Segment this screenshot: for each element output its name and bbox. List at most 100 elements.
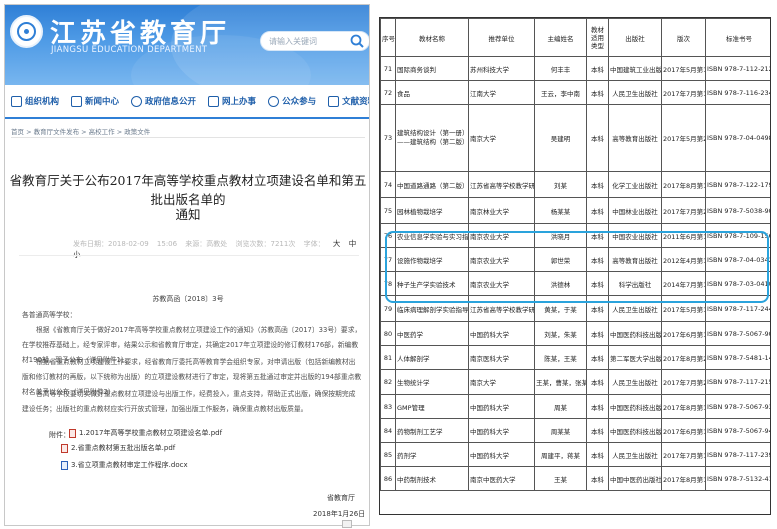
table-cell: 周某某 [534,418,587,443]
table-cell: 科学出版社 [608,271,662,296]
scrollbar-tail[interactable] [342,520,352,528]
breadcrumb[interactable]: 首页 > 教育厅文件发布 > 高校工作 > 政策文件 [11,126,150,136]
table-cell: 王某 [534,466,587,491]
table-cell: 郭世荣 [534,247,587,272]
table-cell: ISBN 978-7-04-034231-4 [705,247,770,272]
signature-date: 2018年1月26日 [313,510,366,518]
table-cell: 2014年7月第1版 [661,271,706,296]
table-cell: 2017年6月第1版 [661,321,706,346]
table-cell: 73 [380,104,396,172]
attachment-name[interactable]: 3.省立项重点教材审定工作程序.docx [71,460,188,470]
table-cell: 陈某，王某 [534,345,587,370]
textbook-table-panel: 序号 教材名称 推荐单位 主编姓名 教材适用类型 出版社 版次 标准书号 71 国… [379,17,771,515]
attachment-name[interactable]: 1.2017年高等学校重点教材立项建设名单.pdf [79,428,222,438]
table-row: 84药物制剂工艺学中国药科大学周某某本科中国医药科技出版社2017年6月第1版I… [380,418,770,443]
document-number: 苏教高函〔2018〕3号 [152,295,224,303]
table-row: 81人体解剖学南京医科大学陈某，王某本科第二军医大学出版社2017年8月第2版I… [380,345,770,370]
nav-item-info-disclosure[interactable]: 政府信息公开 [125,89,202,113]
textbook-table: 序号 教材名称 推荐单位 主编姓名 教材适用类型 出版社 版次 标准书号 71 国… [380,18,770,491]
table-cell: 农业信息学实验与实习指导 [395,223,469,248]
table-cell: 78 [380,271,396,296]
table-cell: 本科 [586,466,609,491]
table-cell: 2017年7月第2版 [661,369,706,395]
table-cell: 本科 [586,369,609,395]
nav-item-public-participation[interactable]: 公众参与 [262,89,322,113]
column-header: 推荐单位 [468,18,535,57]
attachment-name[interactable]: 2.省重点教材第五批出版名单.pdf [71,443,175,453]
table-cell: ISBN 978-7-5067-9048-8 [705,321,770,346]
column-header: 标准书号 [705,18,770,57]
site-header: 江苏省教育厅 JIANGSU EDUCATION DEPARTMENT 请输入关… [5,5,369,85]
table-cell: 2017年8月第1版 [661,394,706,419]
site-logo[interactable] [10,15,43,48]
doc-icon [61,460,68,470]
table-cell: 2017年8月第1版 [661,171,706,198]
table-cell: 黄某，于某 [534,295,587,322]
table-cell: 83 [380,394,396,419]
nav-divider [5,117,369,119]
folder-icon [328,95,340,107]
article-meta: 发布日期：2018-02-09 15:06 来源：高教处 浏览次数：7211次 … [73,238,369,260]
table-cell: 洪晓月 [534,223,587,248]
nav-item-organization[interactable]: 组织机构 [5,89,65,113]
table-cell: 人民卫生出版社 [608,369,662,395]
table-cell: 园林植物栽培学 [395,197,469,224]
building-icon [11,95,22,107]
table-cell: 76 [380,223,396,248]
table-cell: 刘某，朱某 [534,321,587,346]
table-cell: ISBN 978-7-04-049824-7 [705,104,770,172]
table-cell: ISBN 978-7-117-21578-7 [705,369,770,395]
table-cell: 种子生产学实验技术 [395,271,469,296]
table-cell: 第二军医大学出版社 [608,345,662,370]
table-cell: 本科 [586,271,609,296]
table-cell: ISBN 978-7-116-23482-1 [705,80,770,105]
pdf-icon [69,428,76,438]
nav-item-documents[interactable]: 文献资料 [322,89,369,113]
table-row: 77设施作物栽培学南京农业大学郭世荣本科高等教育出版社2012年4月第1版ISB… [380,247,770,272]
table-cell: 2017年7月第1版 [661,80,706,105]
article-title: 省教育厅关于公布2017年高等学校重点教材立项建设名单和第五批出版名单的 [9,173,367,207]
table-cell: 2017年8月第2版 [661,345,706,370]
table-cell: ISBN 978-7-5132-4102-3 [705,466,770,491]
table-cell: 食品 [395,80,469,105]
table-cell: 2017年5月第2版 [661,104,706,172]
search-input[interactable]: 请输入关键词 [269,36,317,47]
attachment-link-2[interactable]: 2.省重点教材第五批出版名单.pdf [61,443,175,453]
table-cell: 本科 [586,295,609,322]
table-cell: 刘某 [534,171,587,198]
table-cell: 设施作物栽培学 [395,247,469,272]
table-cell: 何丰丰 [534,56,587,81]
column-header: 版次 [661,18,706,57]
search-box[interactable]: 请输入关键词 [260,31,369,51]
table-cell: 79 [380,295,396,322]
table-cell: 临床病理解剖学实验指导 [395,295,469,322]
table-row: 86中药制剂技术南京中医药大学王某本科中国中医药出版社2017年8月第1版ISB… [380,466,770,491]
table-cell: ISBN 978-7-03-041089-4 [705,271,770,296]
attachment-link-1[interactable]: 1.2017年高等学校重点教材立项建设名单.pdf [69,428,222,438]
table-cell: 周某 [534,394,587,419]
table-cell: 本科 [586,345,609,370]
table-cell: 周建平，蒋某 [534,442,587,467]
site-subtitle: JIANGSU EDUCATION DEPARTMENT [51,45,208,55]
table-cell: 江苏省高等学校教学研究与改革中心 [468,295,535,322]
column-header: 教材名称 [395,18,469,57]
table-cell: 南京医科大学 [468,345,535,370]
attachment-link-3[interactable]: 3.省立项重点教材审定工作程序.docx [61,460,188,470]
table-cell: 人体解剖学 [395,345,469,370]
table-row: 72食品江南大学王云，李中南本科人民卫生出版社2017年7月第1版ISBN 97… [380,80,770,105]
nav-item-online-services[interactable]: 网上办事 [202,89,262,113]
table-cell: 中国医药科技出版社 [608,321,662,346]
meta-divider [19,255,359,256]
table-cell: 2017年5月第1版 [661,295,706,322]
table-cell: 2017年7月第2版 [661,197,706,224]
table-cell: 药物制剂工艺学 [395,418,469,443]
search-icon[interactable] [349,33,365,49]
table-cell: 77 [380,247,396,272]
nav-item-news[interactable]: 新闻中心 [65,89,125,113]
nav-label: 组织机构 [25,97,60,107]
monitor-icon [208,95,220,107]
column-header: 出版社 [608,18,662,57]
table-cell: 本科 [586,104,609,172]
table-row: 80中医药学中国药科大学刘某，朱某本科中国医药科技出版社2017年6月第1版IS… [380,321,770,346]
table-cell: 75 [380,197,396,224]
